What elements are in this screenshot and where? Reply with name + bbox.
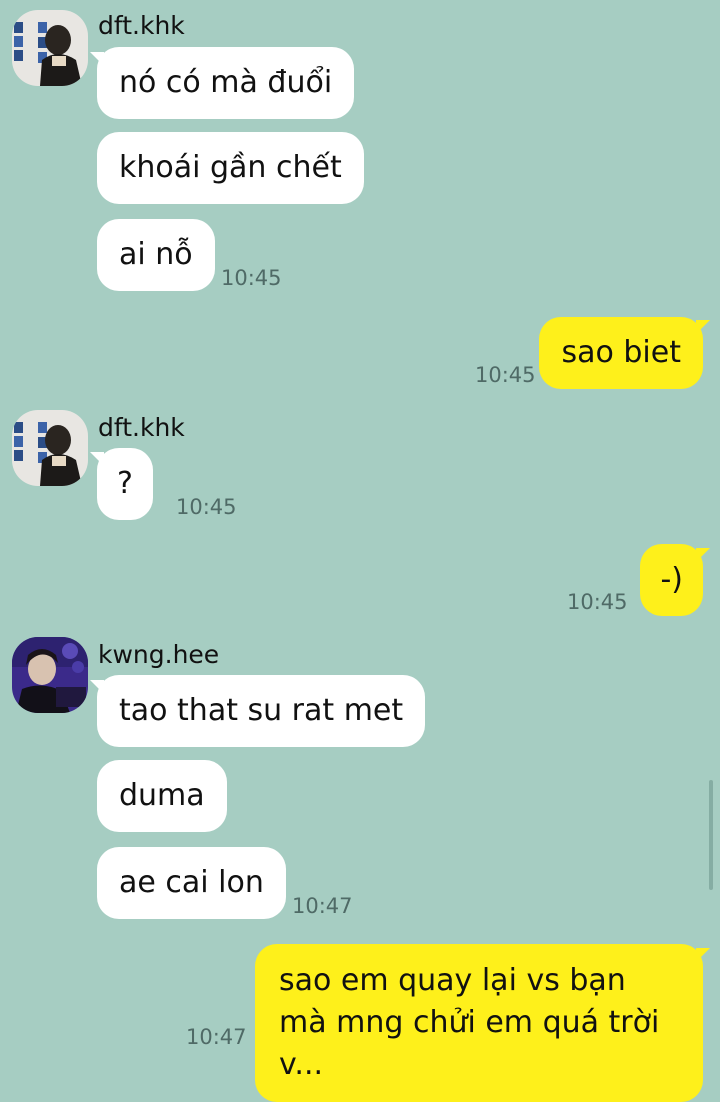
- sender-name: kwng.hee: [98, 640, 220, 669]
- message-time: 10:45: [567, 590, 628, 614]
- sender-name: dft.khk: [98, 413, 185, 442]
- sender-name: dft.khk: [98, 11, 185, 40]
- message-bubble[interactable]: ai nỗ: [97, 219, 215, 291]
- message-time: 10:47: [186, 1025, 247, 1049]
- message-time: 10:45: [475, 363, 536, 387]
- message-time: 10:45: [221, 266, 282, 290]
- scrollbar[interactable]: [709, 780, 713, 890]
- message-bubble[interactable]: sao biet: [539, 317, 703, 389]
- message-bubble[interactable]: tao that su rat met: [97, 675, 426, 747]
- avatar-dft-khk[interactable]: [12, 410, 88, 486]
- message-bubble[interactable]: duma: [97, 760, 227, 832]
- message-bubble[interactable]: khoái gần chết: [97, 132, 364, 204]
- avatar-kwng-hee[interactable]: [12, 637, 88, 713]
- avatar-dft-khk[interactable]: [12, 10, 88, 86]
- message-bubble[interactable]: -): [640, 544, 703, 616]
- message-bubble[interactable]: ?: [97, 448, 153, 520]
- message-time: 10:45: [176, 495, 237, 519]
- message-bubble[interactable]: ae cai lon: [97, 847, 286, 919]
- message-bubble[interactable]: sao em quay lại vs bạn mà mng chửi em qu…: [255, 944, 703, 1102]
- message-bubble[interactable]: nó có mà đuổi: [97, 47, 355, 119]
- message-time: 10:47: [292, 894, 353, 918]
